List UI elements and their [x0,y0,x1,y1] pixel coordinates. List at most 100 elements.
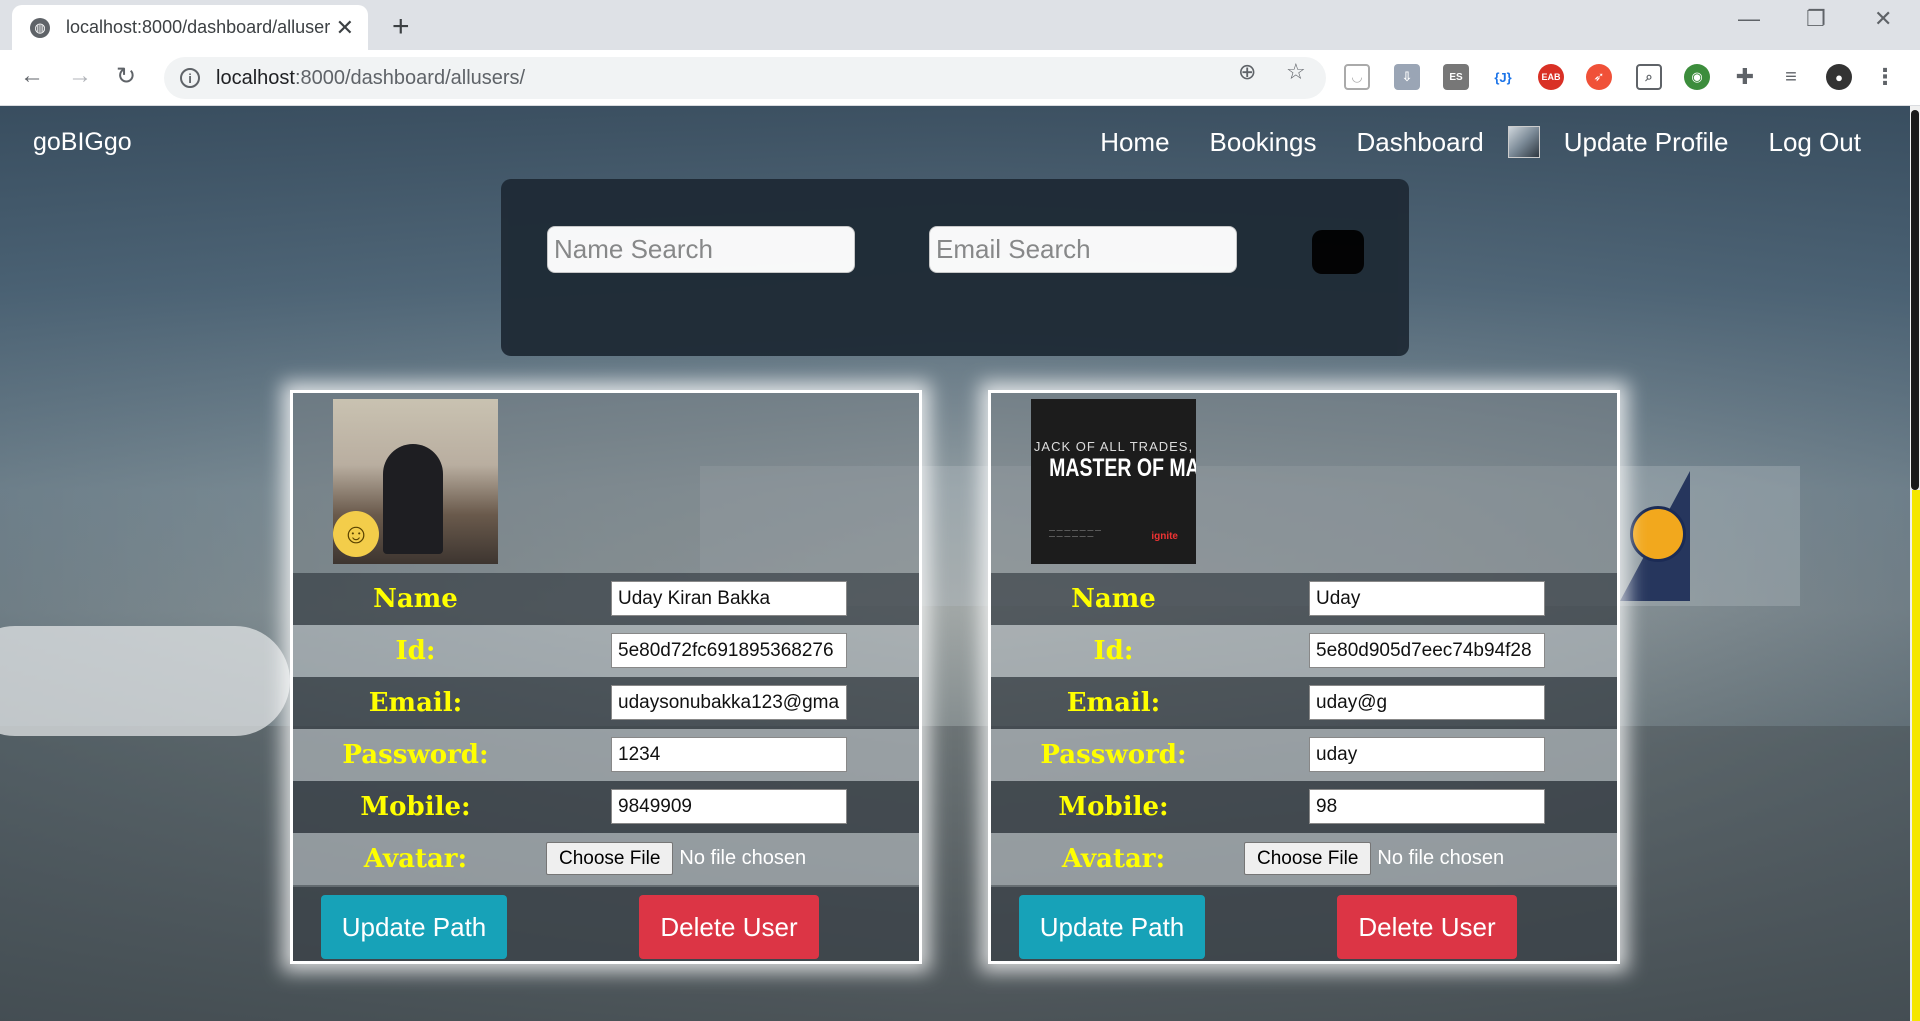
choose-file-button[interactable]: Choose File [1244,842,1372,875]
id-row: Id: [991,625,1617,677]
password-label: Password: [342,740,489,770]
es-extension-icon[interactable]: ES [1443,64,1469,90]
background-airline-logo [1630,506,1686,562]
back-icon[interactable]: ← [20,62,44,90]
delete-user-button[interactable]: Delete User [1337,895,1517,959]
name-row: Name [991,573,1617,625]
browser-tabstrip: ◍ localhost:8000/dashboard/allusers/ ✕ +… [0,0,1920,50]
nav-user-avatar[interactable] [1507,126,1540,158]
close-tab-icon[interactable]: ✕ [336,15,354,41]
avatar-label: Avatar: [1061,844,1166,874]
new-tab-button[interactable]: + [392,10,410,44]
search-button[interactable] [1312,230,1364,274]
page-background: goBIGgo Home Bookings Dashboard Update P… [0,106,1910,1021]
file-status: No file chosen [679,847,807,869]
avatar-caption-small: — — — — — — — — — — — — — [1049,528,1102,540]
nav-update-profile[interactable]: Update Profile [1564,127,1729,158]
email-label: Email: [1066,688,1161,718]
update-path-button[interactable]: Update Path [1019,895,1205,959]
id-field[interactable] [1309,633,1545,668]
swift-extension-icon[interactable]: ➶ [1586,64,1612,90]
mobile-row: Mobile: [293,781,919,833]
site-navbar: goBIGgo Home Bookings Dashboard Update P… [0,106,1910,182]
tab-title: localhost:8000/dashboard/allusers/ [66,17,330,37]
pocket-extension-icon[interactable]: ◡ [1344,64,1370,90]
scrollbar-thumb[interactable] [1911,110,1919,490]
name-field[interactable] [611,581,847,616]
extensions-puzzle-icon[interactable]: ✚ [1732,64,1758,90]
menu-kebab-icon[interactable]: ⋮ [1872,64,1898,90]
zoom-icon[interactable]: ⊕ [1238,59,1256,85]
card-actions: Update Path Delete User [991,887,1617,961]
id-label: Id: [1093,636,1134,666]
nav-dashboard[interactable]: Dashboard [1357,127,1484,158]
background-tarmac [0,726,1910,1021]
name-field[interactable] [1309,581,1545,616]
avatar-caption-main: MASTER OF MANY [1049,454,1196,482]
background-airplane [0,626,290,736]
bookmark-star-icon[interactable]: ☆ [1286,59,1306,85]
password-row: Password: [293,729,919,781]
user-avatar-photo: JACK OF ALL TRADES, MASTER OF MANY — — —… [1031,399,1196,564]
media-queue-icon[interactable]: ≡ [1778,64,1804,90]
forward-icon[interactable]: → [68,62,92,90]
avatar-label: Avatar: [363,844,468,874]
password-label: Password: [1040,740,1187,770]
email-field[interactable] [1309,685,1545,720]
mobile-field[interactable] [1309,789,1545,824]
avatar-row: Avatar: Choose File No file chosen [991,833,1617,885]
brand-logo[interactable]: goBIGgo [33,128,132,157]
nav-bookings[interactable]: Bookings [1210,127,1317,158]
name-label: Name [1071,584,1156,614]
email-row: Email: [293,677,919,729]
user-avatar-photo: ☺ [333,399,498,564]
email-row: Email: [991,677,1617,729]
download-extension-icon[interactable]: ⇩ [1394,64,1420,90]
nav-logout[interactable]: Log Out [1768,127,1861,158]
name-label: Name [373,584,458,614]
password-row: Password: [991,729,1617,781]
delete-user-button[interactable]: Delete User [639,895,819,959]
json-extension-icon[interactable]: {J} [1490,64,1516,90]
card-actions: Update Path Delete User [293,887,919,961]
email-field[interactable] [611,685,847,720]
reload-icon[interactable]: ↻ [116,62,136,91]
globe-icon: ◍ [30,17,50,38]
mobile-field[interactable] [611,789,847,824]
address-bar[interactable]: i localhost:8000/dashboard/allusers/ [164,57,1326,99]
page-scrollbar[interactable] [1910,106,1920,1021]
email-label: Email: [368,688,463,718]
minimize-icon[interactable]: — [1738,6,1760,32]
name-row: Name [293,573,919,625]
profile-avatar-icon[interactable]: ● [1826,64,1852,90]
eab-extension-icon[interactable]: EAB [1538,64,1564,90]
scrollbar-track-highlight [1912,490,1920,1021]
avatar-file-input: Choose File No file chosen [1244,842,1504,875]
window-close-icon[interactable]: ✕ [1874,6,1892,32]
globe-extension-icon[interactable]: ◉ [1684,64,1710,90]
avatar-file-input: Choose File No file chosen [546,842,806,875]
url-text: localhost:8000/dashboard/allusers/ [216,66,526,89]
name-search-input[interactable] [547,226,855,273]
restore-icon[interactable]: ❐ [1806,6,1826,32]
search-panel [501,179,1409,356]
avatar-caption-top: JACK OF ALL TRADES, [1033,439,1194,454]
password-field[interactable] [1309,737,1545,772]
mobile-label: Mobile: [360,792,471,822]
email-search-input[interactable] [929,226,1237,273]
choose-file-button[interactable]: Choose File [546,842,674,875]
user-card: JACK OF ALL TRADES, MASTER OF MANY — — —… [988,390,1620,964]
id-field[interactable] [611,633,847,668]
avatar-row: Avatar: Choose File No file chosen [293,833,919,885]
nav-home[interactable]: Home [1100,127,1169,158]
site-info-icon[interactable]: i [180,68,200,88]
id-row: Id: [293,625,919,677]
user-card: ☺ Name Id: Email: Password: Mobile: Avat… [290,390,922,964]
password-field[interactable] [611,737,847,772]
inspect-extension-icon[interactable]: ⌕ [1636,64,1662,90]
smiley-icon: ☺ [333,511,379,557]
browser-tab[interactable]: ◍ localhost:8000/dashboard/allusers/ ✕ [12,5,368,50]
update-path-button[interactable]: Update Path [321,895,507,959]
photo-person [383,444,443,554]
avatar-caption-logo: ignite [1151,531,1178,542]
